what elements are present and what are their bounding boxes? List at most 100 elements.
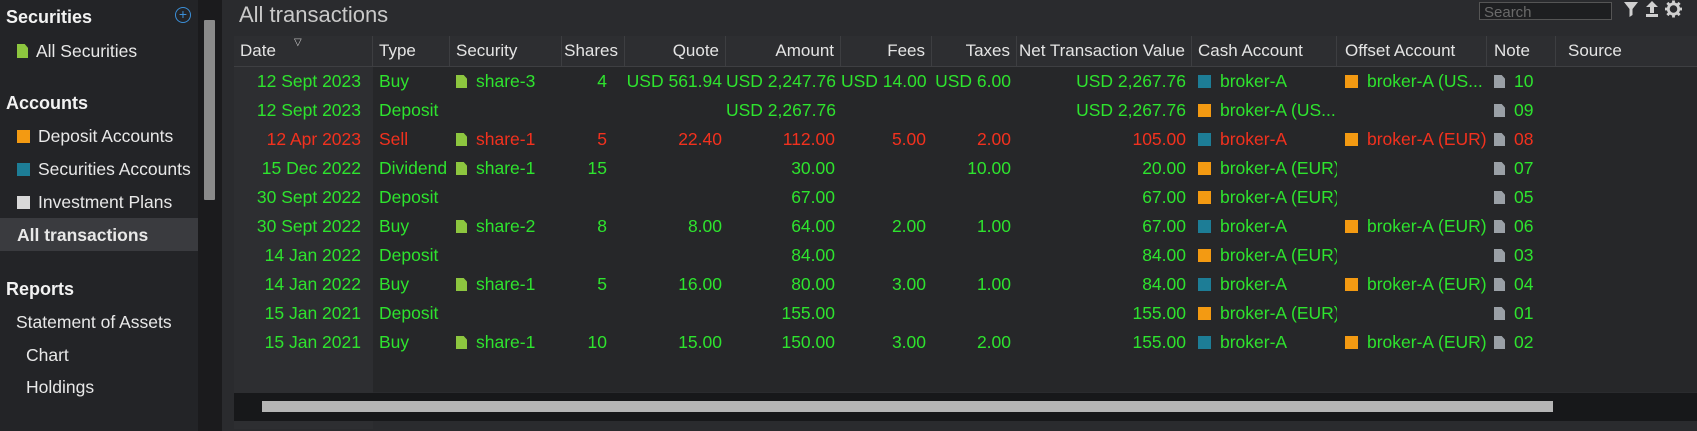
filter-icon[interactable]	[1623, 0, 1639, 23]
cell-security: share-1	[450, 328, 562, 357]
cell-fees: 3.00	[841, 328, 932, 357]
note-icon	[1494, 249, 1505, 262]
column-header-note[interactable]: Note	[1487, 36, 1556, 66]
cell-fees: USD 14.00	[841, 67, 932, 96]
cell-text: broker-A	[1220, 332, 1288, 352]
export-icon[interactable]	[1644, 0, 1660, 23]
table-row[interactable]: 30 Sept 2022 Buy share-2 8 8.00 64.00 2.00 1.00…	[234, 212, 1697, 241]
cell-type: Deposit	[373, 96, 450, 125]
table-row[interactable]: 15 Dec 2022 Dividend share-1 15 30.00 10.00 20…	[234, 154, 1697, 183]
column-header-source[interactable]: Source	[1556, 36, 1697, 66]
gear-icon[interactable]	[1665, 0, 1682, 23]
sidebar-item-label: Investment Plans	[38, 192, 173, 212]
column-header-cash-account[interactable]: Cash Account	[1192, 36, 1337, 66]
document-icon	[456, 278, 467, 291]
cell-text: Buy	[379, 274, 410, 294]
cell-text: 15 Jan 2021	[264, 303, 361, 323]
cell-net: 67.00	[1017, 183, 1192, 212]
document-icon	[456, 162, 467, 175]
plus-circle-icon[interactable]: +	[175, 7, 191, 23]
cell-cash-account: broker-A	[1192, 270, 1337, 299]
cell-net: 105.00	[1017, 125, 1192, 154]
table-row[interactable]: 12 Sept 2023 Deposit USD 2,267.76 USD 2,267…	[234, 96, 1697, 125]
cell-text: 2.00	[976, 332, 1011, 352]
sidebar-scrollbar[interactable]	[204, 20, 215, 200]
table-row[interactable]: 14 Jan 2022 Deposit 84.00 84.00 broker-A (EU…	[234, 241, 1697, 270]
cell-text: 06	[1514, 216, 1534, 236]
cell-amount: USD 2,267.76	[726, 96, 841, 125]
sidebar-item-statement-of-assets[interactable]: Statement of Assets	[16, 307, 172, 337]
cell-text: 10.00	[967, 158, 1011, 178]
cell-text: 30.00	[791, 158, 835, 178]
cell-text: USD 2,267.76	[726, 100, 836, 120]
cell-text: Buy	[379, 71, 410, 91]
column-header-security[interactable]: Security	[450, 36, 562, 66]
cell-quote	[625, 299, 726, 328]
sort-descending-icon: ▽	[294, 37, 302, 48]
cell-type: Deposit	[373, 299, 450, 328]
deposit-account-icon	[1345, 133, 1358, 146]
column-header-fees[interactable]: Fees	[841, 36, 932, 66]
column-header-date[interactable]: Date ▽	[234, 36, 373, 66]
cell-text: Sell	[379, 129, 409, 149]
cell-cash-account: broker-A	[1192, 67, 1337, 96]
cell-quote: USD 561.94	[625, 67, 726, 96]
cell-type: Deposit	[373, 241, 450, 270]
cell-text: 8.00	[687, 216, 722, 236]
cell-quote: 22.40	[625, 125, 726, 154]
search-input[interactable]: Search	[1479, 2, 1612, 21]
horizontal-scrollbar[interactable]	[262, 401, 1553, 412]
column-header-quote[interactable]: Quote	[625, 36, 726, 66]
cell-note: 08	[1487, 125, 1556, 154]
column-header-net-transaction-value[interactable]: Net Transaction Value	[1017, 36, 1192, 66]
sidebar-item-label: Holdings	[26, 377, 95, 397]
sidebar-item-holdings[interactable]: Holdings	[26, 372, 94, 402]
securities-account-icon	[1198, 220, 1211, 233]
cell-text: 30 Sept 2022	[256, 187, 361, 207]
sidebar-item-all-transactions[interactable]: All transactions	[17, 220, 148, 250]
column-header-shares[interactable]: Shares	[562, 36, 625, 66]
column-header-offset-account[interactable]: Offset Account	[1337, 36, 1487, 66]
cell-text: 22.40	[678, 129, 722, 149]
column-header-amount[interactable]: Amount	[726, 36, 841, 66]
table-row[interactable]: 14 Jan 2022 Buy share-1 5 16.00 80.00 3.00 1.00…	[234, 270, 1697, 299]
cell-amount: 155.00	[726, 299, 841, 328]
cell-taxes	[932, 183, 1017, 212]
sidebar-item-securities-accounts[interactable]: Securities Accounts	[17, 154, 191, 184]
cell-type: Deposit	[373, 183, 450, 212]
column-header-type[interactable]: Type	[373, 36, 450, 66]
sidebar-item-chart[interactable]: Chart	[26, 340, 69, 370]
cell-text: 155.00	[1132, 303, 1186, 323]
cell-text: Dividend	[379, 158, 448, 178]
cell-note: 10	[1487, 67, 1556, 96]
deposit-account-icon	[1198, 191, 1211, 204]
column-header-taxes[interactable]: Taxes	[932, 36, 1017, 66]
deposit-account-icon	[1345, 336, 1358, 349]
cell-text: share-2	[476, 216, 536, 236]
securities-account-icon	[17, 162, 30, 176]
cell-text: USD 2,267.76	[1076, 71, 1186, 91]
cell-type: Buy	[373, 328, 450, 357]
cell-text: 05	[1514, 187, 1534, 207]
table-row[interactable]: 12 Apr 2023 Sell share-1 5 22.40 112.00 5.00 2.…	[234, 125, 1697, 154]
cell-type: Dividend	[373, 154, 450, 183]
cell-text: Buy	[379, 332, 410, 352]
table-row[interactable]: 15 Jan 2021 Deposit 155.00 155.00 broker-A (…	[234, 299, 1697, 328]
cell-text: Deposit	[379, 100, 439, 120]
page-title: All transactions	[239, 2, 389, 27]
document-icon	[456, 336, 467, 349]
main-panel: All transactions Search Date ▽ Type Secu…	[222, 0, 1697, 431]
table-row[interactable]: 30 Sept 2022 Deposit 67.00 67.00 broker-A (E…	[234, 183, 1697, 212]
table-row[interactable]: 15 Jan 2021 Buy share-1 10 15.00 150.00 3.00 2.…	[234, 328, 1697, 357]
sidebar-item-all-securities[interactable]: All Securities	[17, 36, 137, 66]
sidebar-item-deposit-accounts[interactable]: Deposit Accounts	[17, 121, 173, 151]
note-icon	[1494, 104, 1505, 117]
cell-date: 15 Jan 2021	[234, 299, 373, 328]
cell-text: USD 14.00	[841, 71, 927, 91]
cell-text: 12 Sept 2023	[256, 100, 361, 120]
note-icon	[1494, 220, 1505, 233]
cell-date: 30 Sept 2022	[234, 183, 373, 212]
table-row[interactable]: 12 Sept 2023 Buy share-3 4 USD 561.94 USD 2,2…	[234, 67, 1697, 96]
cell-quote	[625, 241, 726, 270]
sidebar-item-investment-plans[interactable]: Investment Plans	[17, 187, 172, 217]
